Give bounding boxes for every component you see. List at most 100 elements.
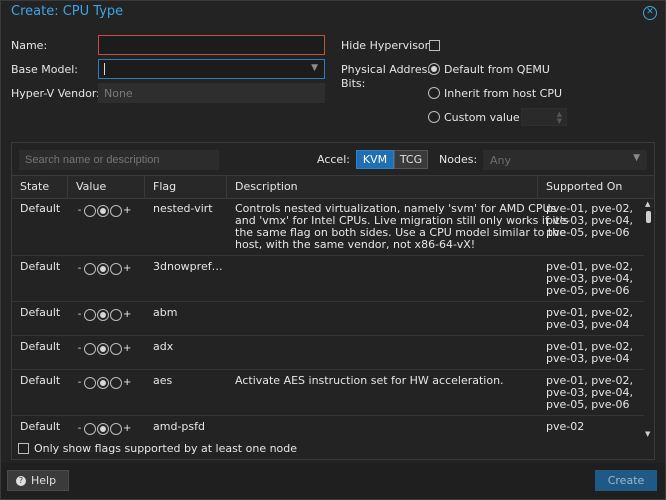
stepper-down-icon: ▼ [556, 117, 562, 125]
minus-icon[interactable]: - [76, 343, 83, 354]
cell-state: Default [20, 202, 61, 215]
radio-custom-value-label: Custom value [444, 111, 520, 124]
help-button-label: Help [31, 474, 57, 487]
hyperv-vendor-input: None [98, 83, 325, 103]
tristate-off[interactable] [84, 204, 96, 217]
tristate-off[interactable] [84, 262, 96, 275]
text-cursor [104, 63, 105, 75]
value-tristate-switch[interactable]: - + [76, 342, 140, 355]
tristate-on[interactable] [110, 262, 122, 275]
table-row[interactable]: Default - + nested-virt Controls nested … [12, 199, 644, 256]
create-cpu-type-dialog: Create: CPU Type ✕ Name: Base Model: ▼ H… [0, 0, 666, 500]
cell-description-line: Activate AES instruction set for HW acce… [235, 374, 504, 387]
flags-toolbar: Accel: KVM TCG Nodes: Any ▼ [12, 143, 654, 175]
create-button[interactable]: Create [595, 470, 657, 491]
cell-state: Default [20, 420, 61, 433]
help-button[interactable]: ? Help [7, 470, 69, 491]
plus-icon[interactable]: + [123, 263, 131, 274]
physical-address-label: Physical Address [341, 63, 434, 76]
tristate-on[interactable] [110, 422, 122, 435]
tristate-default[interactable] [97, 308, 109, 321]
column-header-flag[interactable]: Flag [145, 176, 227, 199]
table-row[interactable]: Default - + adx pve-01, pve-02, pve-03, … [12, 337, 644, 370]
tristate-on[interactable] [110, 308, 122, 321]
radio-default-from-qemu-label: Default from QEMU [444, 63, 550, 76]
only-supported-checkbox[interactable] [18, 443, 29, 454]
cpu-flags-panel: Accel: KVM TCG Nodes: Any ▼ State Value … [11, 142, 655, 460]
plus-icon[interactable]: + [123, 343, 131, 354]
tristate-on[interactable] [110, 376, 122, 389]
minus-icon[interactable]: - [76, 377, 83, 388]
name-label: Name: [11, 39, 48, 52]
tristate-off[interactable] [84, 308, 96, 321]
cell-flag: abm [153, 306, 178, 319]
accel-label: Accel: [317, 153, 350, 166]
tristate-default[interactable] [97, 422, 109, 435]
accel-tcg-button[interactable]: TCG [394, 150, 428, 169]
cell-description-line: host, with the same vendor, not x86-64-v… [235, 238, 476, 251]
custom-value-stepper: ▲ ▼ [521, 108, 567, 126]
value-tristate-switch[interactable]: - + [76, 308, 140, 321]
table-row[interactable]: Default - + 3dnowpref… pve-01, pve-02, p… [12, 257, 644, 302]
flags-scrollbar[interactable]: ▲ ▼ [644, 199, 654, 439]
chevron-down-icon[interactable]: ▼ [633, 153, 640, 163]
tristate-default[interactable] [97, 376, 109, 389]
hide-hypervisor-checkbox[interactable] [429, 40, 440, 51]
column-header-supported-on[interactable]: Supported On [538, 176, 654, 199]
flags-grid-body: Default - + nested-virt Controls nested … [12, 199, 644, 439]
name-input[interactable] [98, 35, 325, 55]
radio-default-from-qemu[interactable] [428, 63, 440, 75]
accel-kvm-button[interactable]: KVM [356, 150, 394, 169]
flag-search-field[interactable] [19, 150, 219, 170]
nodes-select[interactable]: Any ▼ [483, 150, 647, 170]
nodes-label: Nodes: [439, 153, 478, 166]
plus-icon[interactable]: + [123, 205, 131, 216]
cell-flag: nested-virt [153, 202, 213, 215]
base-model-select[interactable]: ▼ [98, 59, 325, 79]
table-row[interactable]: Default - + amd-psfd pve-02 [12, 417, 644, 439]
flags-grid-header: State Value Flag Description Supported O… [12, 175, 654, 199]
cell-supported-line: pve-05, pve-06 [546, 284, 630, 297]
table-row[interactable]: Default - + aes Activate AES instruction… [12, 371, 644, 416]
cell-flag: aes [153, 374, 173, 387]
plus-icon[interactable]: + [123, 309, 131, 320]
column-header-value[interactable]: Value [68, 176, 145, 199]
value-tristate-switch[interactable]: - + [76, 204, 140, 217]
cell-flag: adx [153, 340, 174, 353]
plus-icon[interactable]: + [123, 377, 131, 388]
cell-flag: amd-psfd [153, 420, 205, 433]
scroll-down-icon[interactable]: ▼ [645, 430, 650, 438]
tristate-default[interactable] [97, 262, 109, 275]
tristate-on[interactable] [110, 342, 122, 355]
minus-icon[interactable]: - [76, 205, 83, 216]
radio-inherit-host-cpu[interactable] [428, 87, 440, 99]
tristate-off[interactable] [84, 342, 96, 355]
close-icon[interactable]: ✕ [643, 6, 657, 20]
dialog-titlebar: Create: CPU Type ✕ [1, 1, 665, 25]
column-header-state[interactable]: State [12, 176, 68, 199]
cell-flag: 3dnowpref… [153, 260, 223, 273]
chevron-down-icon[interactable]: ▼ [311, 63, 318, 73]
tristate-default[interactable] [97, 342, 109, 355]
tristate-default[interactable] [97, 204, 109, 217]
radio-custom-value[interactable] [428, 111, 440, 123]
table-row[interactable]: Default - + abm pve-01, pve-02, pve-03, … [12, 303, 644, 336]
tristate-off[interactable] [84, 376, 96, 389]
cell-supported-line: pve-05, pve-06 [546, 226, 630, 239]
tristate-off[interactable] [84, 422, 96, 435]
tristate-on[interactable] [110, 204, 122, 217]
scroll-up-icon[interactable]: ▲ [645, 200, 650, 208]
value-tristate-switch[interactable]: - + [76, 262, 140, 275]
value-tristate-switch[interactable]: - + [76, 376, 140, 389]
column-header-description[interactable]: Description [227, 176, 538, 199]
flag-search-input[interactable] [20, 151, 218, 169]
scrollbar-thumb[interactable] [646, 211, 651, 223]
plus-icon[interactable]: + [123, 423, 131, 434]
minus-icon[interactable]: - [76, 263, 83, 274]
minus-icon[interactable]: - [76, 423, 83, 434]
minus-icon[interactable]: - [76, 309, 83, 320]
value-tristate-switch[interactable]: - + [76, 422, 140, 435]
cell-state: Default [20, 374, 61, 387]
question-icon: ? [16, 476, 26, 486]
physical-address-bits-label: Bits: [341, 77, 366, 90]
